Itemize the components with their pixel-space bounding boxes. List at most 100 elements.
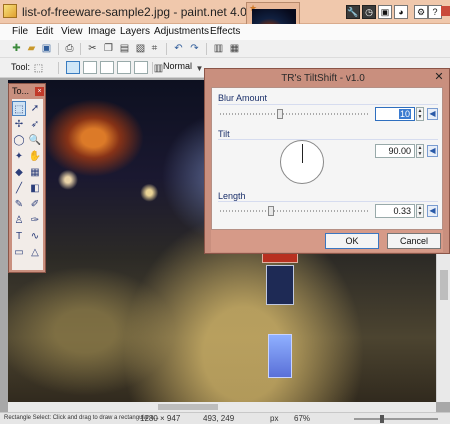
save-icon[interactable]: ▣	[40, 42, 53, 55]
help-icon[interactable]: ?	[428, 5, 442, 19]
units-dropdown[interactable]: px	[270, 414, 278, 423]
tools-toggle-icon[interactable]: 🔧	[346, 5, 360, 19]
selection-mode-exclude-icon[interactable]	[100, 61, 114, 74]
new-image-icon[interactable]: ✚	[10, 42, 23, 55]
move-selection-icon[interactable]: ➚	[28, 101, 42, 116]
zoom-slider-thumb[interactable]	[380, 415, 384, 423]
lit-kiosk	[268, 334, 292, 378]
redo-icon[interactable]: ↷	[188, 42, 201, 55]
blur-amount-slider[interactable]	[220, 109, 370, 119]
length-input[interactable]: 0.33	[375, 204, 415, 218]
menu-image[interactable]: Image	[88, 26, 116, 37]
spin-down-icon[interactable]: ▼	[417, 114, 423, 120]
selection-mode-intersect-icon[interactable]	[117, 61, 131, 74]
paint-net-app-icon	[3, 4, 17, 18]
tool-label: Tool:	[11, 62, 31, 72]
menu-view[interactable]: View	[61, 26, 83, 37]
zoom-readout[interactable]: 67%	[294, 414, 310, 423]
tiltshift-dialog: TR's TiltShift - v1.0 ✕ Blur Amount 10 ▲…	[204, 68, 450, 254]
tools-panel-close-icon[interactable]: ×	[35, 87, 44, 96]
zoom-slider[interactable]	[354, 415, 438, 423]
shapes-icon[interactable]: ▭	[12, 245, 26, 260]
length-reset-icon[interactable]: ◀	[427, 205, 438, 217]
paint-bucket-icon[interactable]: ◆	[12, 165, 26, 180]
status-hint: Rectangle Select: Click and drag to draw…	[4, 415, 159, 421]
length-spinner[interactable]: ▲ ▼	[416, 204, 424, 218]
selection-mode-replace-icon[interactable]	[66, 61, 80, 74]
copy-icon[interactable]: ❐	[102, 42, 115, 55]
crop-icon[interactable]: ⌗	[148, 42, 161, 55]
tool-chooser-icon[interactable]: ⬚	[32, 62, 45, 75]
gradient-icon[interactable]: ▦	[28, 165, 42, 180]
pan-icon[interactable]: ✋	[28, 149, 42, 164]
blur-amount-reset-icon[interactable]: ◀	[427, 108, 438, 120]
color-picker-icon[interactable]: ✐	[28, 197, 42, 212]
paste-new-image-icon[interactable]: ▧	[134, 42, 147, 55]
tilt-spinner[interactable]: ▲ ▼	[416, 144, 424, 158]
tilt-angle-dial[interactable]	[280, 140, 324, 184]
toolbar-separator	[80, 43, 81, 55]
zoom-icon[interactable]: 🔍	[28, 133, 42, 148]
dialog-footer: OK Cancel	[211, 230, 443, 252]
selection-mode-invert-icon[interactable]	[134, 61, 148, 74]
length-label: Length	[218, 191, 246, 201]
length-slider[interactable]	[220, 206, 370, 216]
toolbar-separator	[58, 43, 59, 55]
text-icon[interactable]: T	[12, 229, 26, 244]
history-toggle-icon[interactable]: ◷	[362, 5, 376, 19]
blend-mode-dropdown[interactable]: Normal	[163, 61, 197, 74]
menu-effects[interactable]: Effects	[210, 26, 240, 37]
menu-bar-filler	[245, 24, 450, 40]
blur-amount-slider-thumb[interactable]	[277, 109, 283, 119]
group-separator	[218, 139, 438, 140]
tilt-label: Tilt	[218, 129, 230, 139]
paintbrush-icon[interactable]: ╱	[12, 181, 26, 196]
menu-edit[interactable]: Edit	[36, 26, 53, 37]
lasso-select-icon[interactable]: ✢	[12, 117, 26, 132]
clone-stamp-icon[interactable]: ♙	[12, 213, 26, 228]
ellipse-select-icon[interactable]: ◯	[12, 133, 26, 148]
blur-amount-label: Blur Amount	[218, 93, 268, 103]
pencil-icon[interactable]: ✎	[12, 197, 26, 212]
vertical-scroll-thumb[interactable]	[440, 270, 448, 300]
undo-icon[interactable]: ↶	[172, 42, 185, 55]
eraser-icon[interactable]: ◧	[28, 181, 42, 196]
cut-icon[interactable]: ✂	[86, 42, 99, 55]
rectangle-select-icon[interactable]: ⬚	[12, 101, 26, 116]
menu-adjustments[interactable]: Adjustments	[154, 26, 209, 37]
dialog-title: TR's TiltShift - v1.0	[281, 73, 365, 84]
colors-toggle-icon[interactable]: ◕	[394, 5, 408, 19]
grid-icon[interactable]: ▥	[212, 42, 225, 55]
rulers-icon[interactable]: ▦	[228, 42, 241, 55]
menu-layers[interactable]: Layers	[120, 26, 150, 37]
move-selected-icon[interactable]: ➶	[28, 117, 42, 132]
horizontal-scrollbar[interactable]	[8, 402, 436, 412]
open-folder-icon[interactable]: ▰	[25, 42, 38, 55]
magic-wand-icon[interactable]: ✦	[12, 149, 26, 164]
menu-file[interactable]: File	[12, 26, 28, 37]
line-curve-icon[interactable]: ∿	[28, 229, 42, 244]
settings-gear-icon[interactable]: ⚙	[414, 5, 428, 19]
length-slider-thumb[interactable]	[268, 206, 274, 216]
horizontal-scroll-thumb[interactable]	[158, 404, 218, 410]
cancel-button[interactable]: Cancel	[387, 233, 441, 249]
tilt-reset-icon[interactable]: ◀	[427, 145, 438, 157]
spin-down-icon[interactable]: ▼	[417, 151, 423, 157]
blur-amount-spinner[interactable]: ▲ ▼	[416, 107, 424, 121]
tilt-input[interactable]: 90.00	[375, 144, 415, 158]
tools-panel-title: To...	[12, 86, 30, 96]
cursor-position-readout: 493, 249	[203, 414, 235, 423]
recolor-icon[interactable]: ✑	[28, 213, 42, 228]
blur-amount-input[interactable]: 10	[375, 107, 415, 121]
group-separator	[218, 104, 438, 105]
ok-button[interactable]: OK	[325, 233, 379, 249]
window-close-icon[interactable]	[441, 6, 450, 16]
selection-mode-union-icon[interactable]	[83, 61, 97, 74]
spin-down-icon[interactable]: ▼	[417, 211, 423, 217]
shapes-triangle-icon[interactable]: △	[28, 245, 42, 260]
dialog-close-icon[interactable]: ✕	[432, 71, 446, 83]
status-bar: Rectangle Select: Click and drag to draw…	[0, 412, 450, 424]
print-icon[interactable]: ⎙	[63, 42, 76, 55]
paste-icon[interactable]: ▤	[118, 42, 131, 55]
layers-toggle-icon[interactable]: ▣	[378, 5, 392, 19]
